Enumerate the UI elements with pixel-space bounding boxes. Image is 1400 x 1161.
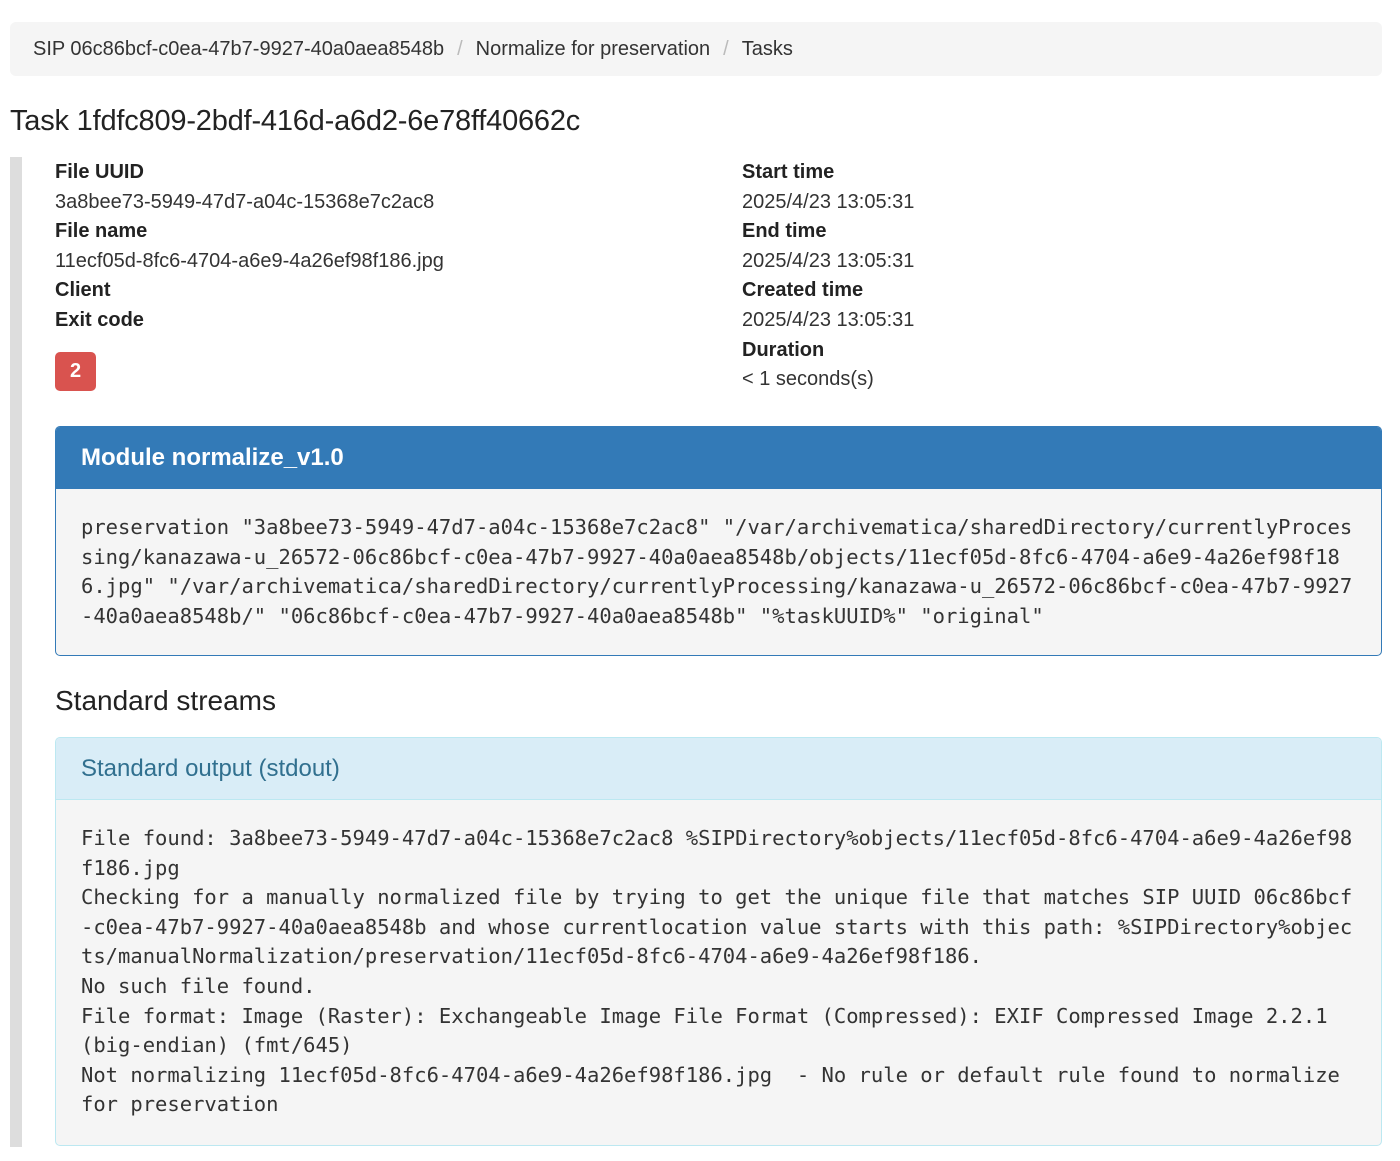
stdout-panel: Standard output (stdout) File found: 3a8… [55, 737, 1382, 1146]
module-panel: Module normalize_v1.0 preservation "3a8b… [55, 426, 1382, 656]
end-time-label: End time [742, 220, 827, 243]
standard-streams-heading: Standard streams [55, 685, 276, 716]
stdout-panel-body: File found: 3a8bee73-5949-47d7-a04c-1536… [56, 800, 1381, 1120]
exit-code-label: Exit code [55, 308, 144, 331]
page-title: Task 1fdfc809-2bdf-416d-a6d2-6e78ff40662… [10, 105, 581, 137]
stdout-panel-heading: Standard output (stdout) [56, 738, 1381, 800]
module-command: preservation "3a8bee73-5949-47d7-a04c-15… [81, 515, 1353, 628]
file-uuid-value: 3a8bee73-5949-47d7-a04c-15368e7c2ac8 [55, 190, 435, 213]
stdout-content: File found: 3a8bee73-5949-47d7-a04c-1536… [81, 826, 1353, 1117]
breadcrumb: SIP 06c86bcf-c0ea-47b7-9927-40a0aea8548b… [10, 22, 1382, 76]
created-time-label: Created time [742, 279, 864, 302]
file-name-value: 11ecf05d-8fc6-4704-a6e9-4a26ef98f186.jpg [55, 249, 444, 272]
end-time-value: 2025/4/23 13:05:31 [742, 249, 915, 272]
breadcrumb-sip-link[interactable]: SIP 06c86bcf-c0ea-47b7-9927-40a0aea8548b [33, 38, 444, 61]
module-panel-heading: Module normalize_v1.0 [56, 427, 1381, 489]
exit-code-badge: 2 [55, 351, 96, 391]
blockquote-rule [10, 157, 22, 1147]
breadcrumb-current: Tasks [741, 37, 793, 60]
start-time-label: Start time [742, 161, 835, 183]
breadcrumb-separator: / [457, 37, 463, 60]
start-time-value: 2025/4/23 13:05:31 [742, 190, 915, 213]
task-details-right: Start time 2025/4/23 13:05:31 End time 2… [742, 158, 1342, 395]
file-uuid-label: File UUID [55, 161, 144, 183]
breadcrumb-job-link[interactable]: Normalize for preservation [476, 38, 711, 61]
breadcrumb-separator: / [723, 37, 729, 60]
module-panel-body: preservation "3a8bee73-5949-47d7-a04c-15… [56, 489, 1381, 631]
file-name-label: File name [55, 220, 148, 243]
task-details-left: File UUID 3a8bee73-5949-47d7-a04c-15368e… [55, 158, 655, 391]
duration-label: Duration [742, 338, 825, 361]
duration-value: < 1 seconds(s) [742, 368, 874, 391]
client-label: Client [55, 279, 111, 302]
created-time-value: 2025/4/23 13:05:31 [742, 308, 915, 331]
